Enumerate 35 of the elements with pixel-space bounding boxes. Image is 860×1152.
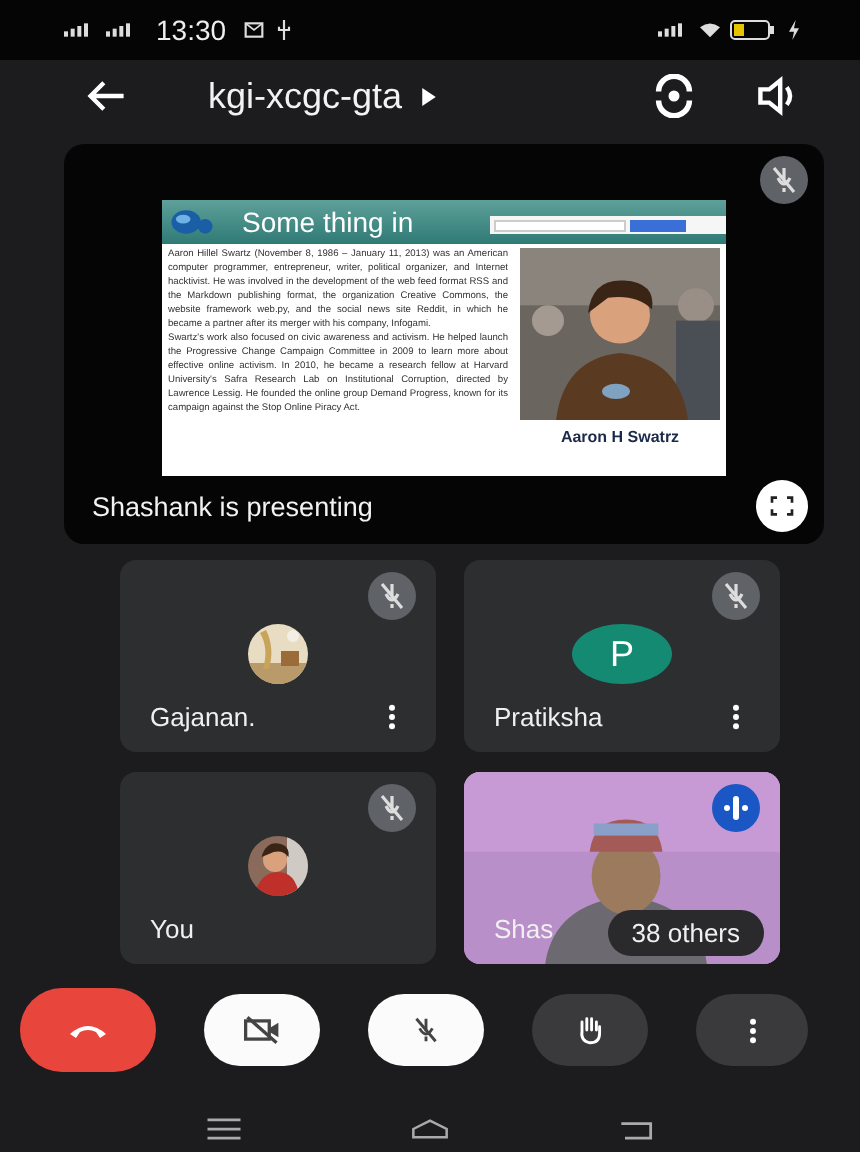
meeting-code[interactable]: kgi-xcgc-gta: [208, 75, 403, 117]
participant-name: Shas: [494, 914, 554, 944]
more-options-icon: [747, 1017, 757, 1043]
fullscreen-icon: [770, 496, 794, 516]
participant-name: Gajanan.: [150, 702, 256, 732]
presenter-label: Shashank is presenting: [92, 491, 373, 521]
battery-icon: [730, 20, 774, 40]
home-icon[interactable]: [409, 1117, 450, 1139]
fullscreen-button[interactable]: [756, 480, 808, 532]
switch-camera-icon[interactable]: [652, 74, 696, 118]
triangle-icon[interactable]: [422, 87, 437, 105]
avatar-initial: P: [572, 624, 672, 684]
usb-icon: [274, 20, 295, 40]
end-call-button[interactable]: [20, 988, 156, 1072]
participant-name: Pratiksha: [494, 702, 603, 732]
globe-icon: [170, 208, 214, 236]
slide-title: Some thing in: [242, 206, 414, 238]
others-count-chip[interactable]: 38 others: [607, 910, 764, 956]
menu-icon[interactable]: [203, 1117, 244, 1139]
search-toolbar[interactable]: [490, 216, 726, 234]
photo-caption: Aaron H Swatrz: [560, 428, 680, 446]
more-options-icon[interactable]: [732, 704, 740, 730]
wifi-icon: [700, 20, 720, 40]
camera-off-icon: [242, 1014, 282, 1046]
microphone-button[interactable]: [368, 994, 484, 1066]
search-field[interactable]: [494, 219, 626, 231]
camera-button[interactable]: [204, 994, 320, 1066]
more-options-icon[interactable]: [388, 704, 396, 730]
back-icon[interactable]: [616, 1117, 657, 1139]
search-button[interactable]: [630, 219, 686, 231]
raise-hand-button[interactable]: [532, 994, 648, 1066]
participant-name: You: [150, 914, 194, 944]
message-icon: [244, 20, 265, 40]
clock-time: 13:30: [156, 14, 227, 46]
charging-icon: [784, 20, 804, 40]
